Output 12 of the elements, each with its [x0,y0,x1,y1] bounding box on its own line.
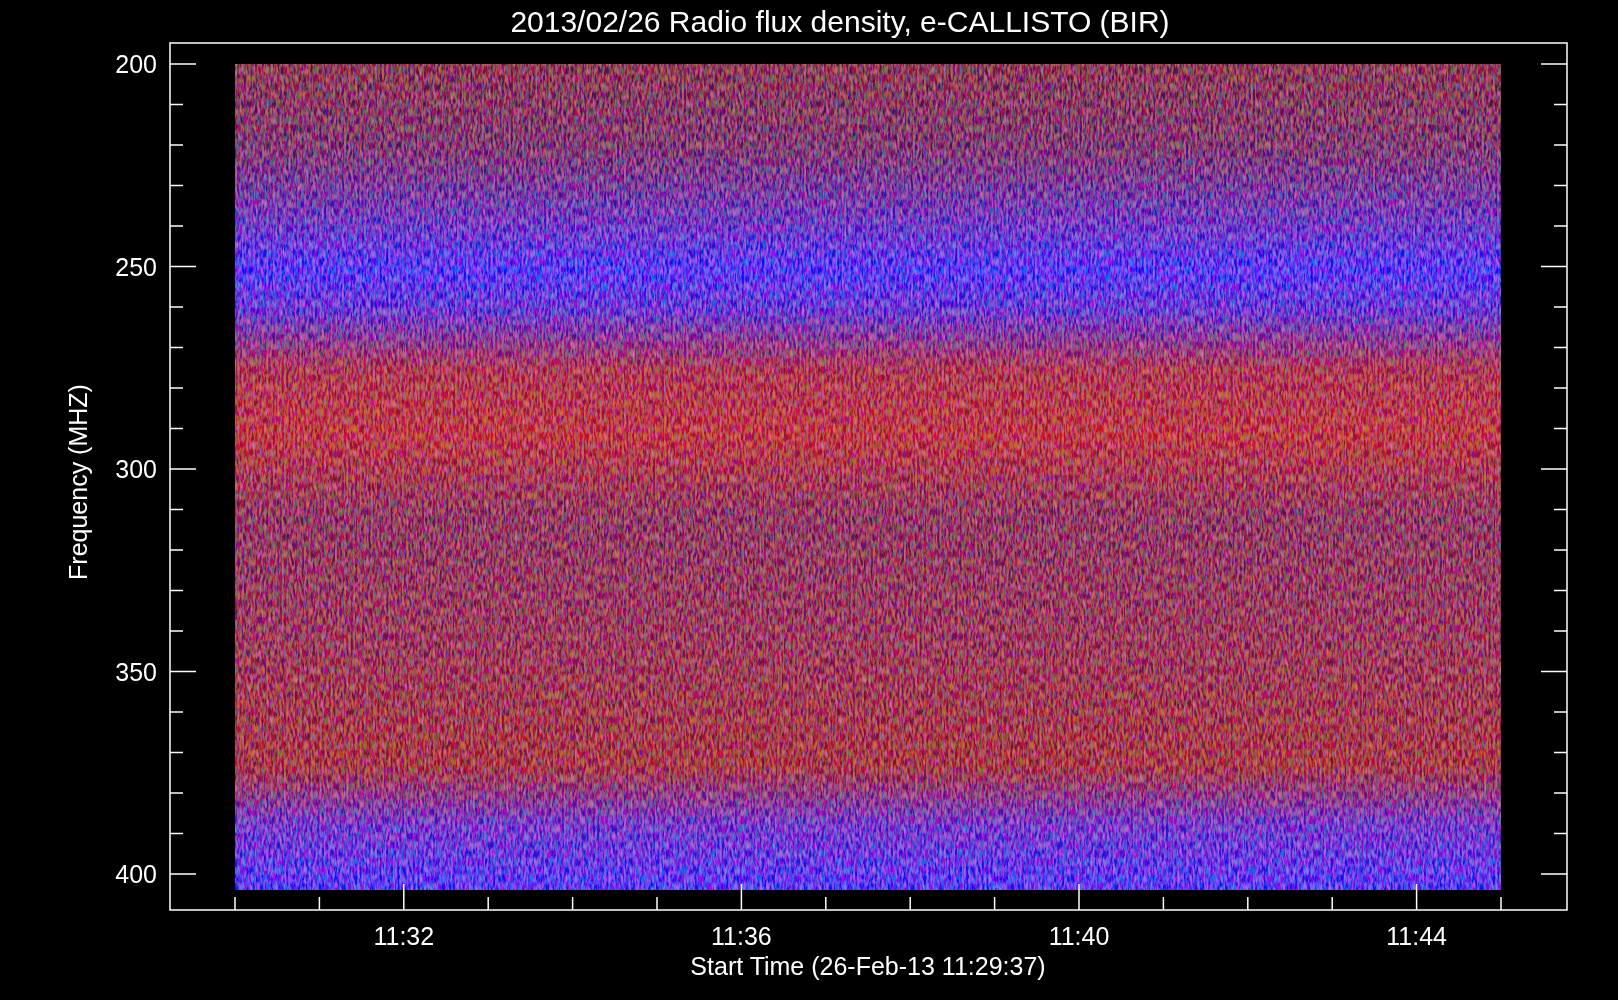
y-tick-label: 350 [115,657,157,686]
x-tick-label: 11:36 [711,922,772,950]
y-tick-label: 200 [115,50,157,78]
x-tick-label: 11:40 [1048,922,1110,950]
x-tick-label: 11:44 [1386,922,1447,950]
x-tick-label: 11:32 [373,922,435,950]
y-tick-label: 400 [115,860,157,888]
y-tick-label: 250 [115,252,157,281]
chart-title: 2013/02/26 Radio flux density, e-CALLISTO (BIR) [510,5,1170,38]
y-axis-label: Frequency (MHZ) [64,384,92,580]
y-tick-label: 300 [115,455,157,483]
x-axis-label: Start Time (26-Feb-13 11:29:37) [690,952,1046,980]
